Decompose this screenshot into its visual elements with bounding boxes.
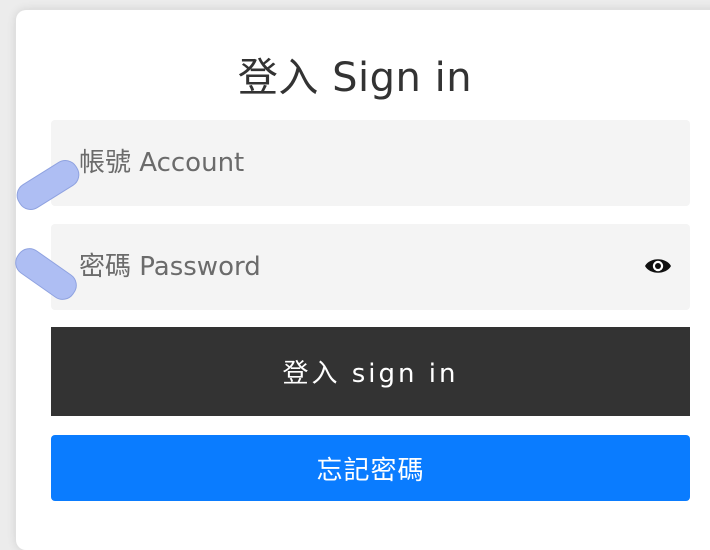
account-field[interactable] [51, 120, 690, 206]
eye-icon[interactable] [644, 255, 672, 277]
password-field[interactable] [51, 224, 690, 310]
forgot-password-button[interactable]: 忘記密碼 [51, 435, 690, 501]
password-input[interactable] [51, 224, 690, 310]
account-input[interactable] [51, 120, 690, 206]
page-title: 登入 Sign in [237, 55, 473, 101]
sign-in-button[interactable]: 登入 sign in [51, 327, 690, 416]
